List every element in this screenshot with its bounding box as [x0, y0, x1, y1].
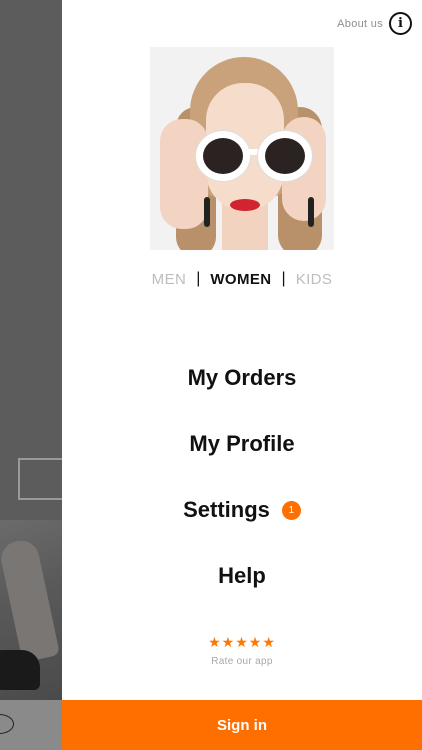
info-icon[interactable]: i: [389, 12, 412, 35]
category-kids[interactable]: KIDS: [296, 271, 333, 288]
menu-item-label: My Profile: [189, 431, 295, 456]
menu-item-label: My Orders: [187, 365, 297, 390]
about-us-label: About us: [337, 17, 383, 30]
background-frame: [18, 458, 62, 500]
background-app-overlay[interactable]: [0, 0, 62, 750]
star-rating-icon: ★★★★★: [208, 634, 276, 650]
profile-photo: [150, 47, 334, 250]
menu-item-label: Settings: [183, 497, 270, 522]
about-us-link[interactable]: About us i: [337, 12, 412, 35]
category-women[interactable]: WOMEN: [210, 271, 271, 288]
background-shoe-shape: [0, 650, 40, 690]
lens-right: [258, 131, 312, 181]
category-separator: |: [281, 270, 286, 287]
sign-in-button[interactable]: Sign in: [62, 700, 422, 750]
category-separator: |: [196, 270, 201, 287]
menu-item-settings[interactable]: Settings 1: [62, 492, 422, 528]
sunglasses: [196, 131, 314, 187]
notification-badge: 1: [281, 500, 301, 520]
menu-item-help[interactable]: Help: [62, 558, 422, 594]
menu-item-label: Help: [218, 563, 266, 588]
rate-app-link[interactable]: ★★★★★ Rate our app: [62, 634, 422, 667]
side-menu-drawer: About us i MEN | WOMEN | KIDS My Orders …: [62, 0, 422, 750]
earring-right: [308, 197, 314, 227]
rate-app-label: Rate our app: [211, 656, 273, 667]
menu-item-my-orders[interactable]: My Orders: [62, 360, 422, 396]
category-men[interactable]: MEN: [152, 271, 187, 288]
earring-left: [204, 197, 210, 227]
lips: [230, 199, 260, 211]
category-switcher: MEN | WOMEN | KIDS: [62, 270, 422, 288]
lens-left: [196, 131, 250, 181]
menu-item-my-profile[interactable]: My Profile: [62, 426, 422, 462]
